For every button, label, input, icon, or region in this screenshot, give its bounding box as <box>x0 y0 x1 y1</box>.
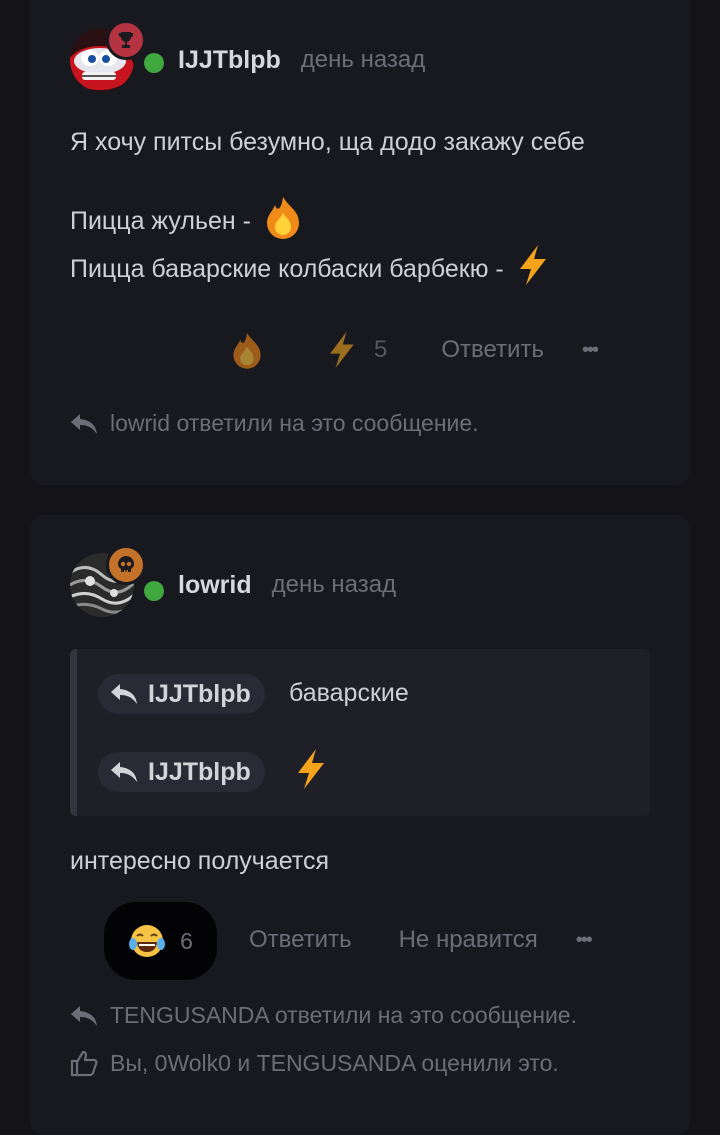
action-bar: Ответить Не нравится ••• <box>249 926 593 954</box>
message-header: lowrid день назад <box>70 545 397 617</box>
reaction-bar: 5 Ответить ••• <box>230 330 599 370</box>
quote-block: IJJTblpb баварские IJJTblpb <box>70 649 650 816</box>
laughing-tears-emoji-icon <box>129 925 166 957</box>
online-indicator <box>144 581 164 601</box>
likes-note[interactable]: Вы, 0Wolk0 и TENGUSANDA оценили это. <box>70 1049 559 1077</box>
more-options-button[interactable]: ••• <box>582 339 599 362</box>
likes-note-text: Вы, 0Wolk0 и TENGUSANDA оценили это. <box>110 1049 559 1076</box>
message-line: Я хочу питсы безумно, ща додо закажу себ… <box>70 128 585 156</box>
username[interactable]: IJJTblpb <box>178 46 281 75</box>
reply-button[interactable]: Ответить <box>249 926 352 954</box>
trophy-icon <box>106 20 146 60</box>
lightning-emoji-icon <box>291 747 329 796</box>
message-card: IJJTblpb день назад Я хочу питсы безумно… <box>30 0 690 485</box>
more-options-button[interactable]: ••• <box>576 929 593 952</box>
replies-note-text: TENGUSANDA ответили на это сообщение. <box>110 1002 577 1028</box>
avatar[interactable] <box>70 20 164 92</box>
reply-arrow-icon <box>111 762 137 782</box>
quote-text: баварские <box>289 679 409 707</box>
message-line: Пицца баварские колбаски барбекю - <box>70 243 550 295</box>
message-line: Пицца жульен - <box>70 195 303 247</box>
quote-author-chip[interactable]: IJJTblpb <box>98 752 265 792</box>
message-text: Пицца жульен - <box>70 206 251 235</box>
quote-author: IJJTblpb <box>148 757 251 786</box>
lightning-reaction-button[interactable]: 5 <box>324 330 387 370</box>
skull-icon <box>106 545 146 585</box>
lightning-emoji-icon <box>514 243 550 295</box>
replies-note-text: lowrid ответили на это сообщение. <box>110 410 479 436</box>
online-indicator <box>144 53 164 73</box>
dislike-button[interactable]: Не нравится <box>399 926 538 954</box>
reaction-count: 6 <box>180 927 193 954</box>
timestamp: день назад <box>271 571 397 598</box>
quote-author: IJJTblpb <box>148 679 251 708</box>
reply-arrow-icon <box>71 413 97 434</box>
timestamp: день назад <box>300 46 426 73</box>
message-header: IJJTblpb день назад <box>70 20 426 92</box>
message-body: интересно получается <box>70 847 329 875</box>
fire-emoji-icon <box>263 195 303 247</box>
message-card: lowrid день назад IJJTblpb баварские IJJ… <box>30 515 690 1135</box>
fire-reaction-button[interactable] <box>230 331 264 369</box>
avatar[interactable] <box>70 545 164 617</box>
username[interactable]: lowrid <box>178 571 252 600</box>
laughing-reaction-button[interactable]: 6 <box>104 902 217 980</box>
message-text: Пицца баварские колбаски барбекю - <box>70 254 504 283</box>
replies-note[interactable]: TENGUSANDA ответили на это сообщение. <box>70 1002 577 1029</box>
reaction-count: 5 <box>374 336 388 363</box>
reply-arrow-icon <box>111 684 137 704</box>
quote-author-chip[interactable]: IJJTblpb <box>98 674 265 714</box>
reply-arrow-icon <box>71 1005 97 1026</box>
reply-button[interactable]: Ответить <box>441 336 544 364</box>
replies-note[interactable]: lowrid ответили на это сообщение. <box>70 410 479 437</box>
thumbs-up-icon <box>70 1050 98 1077</box>
